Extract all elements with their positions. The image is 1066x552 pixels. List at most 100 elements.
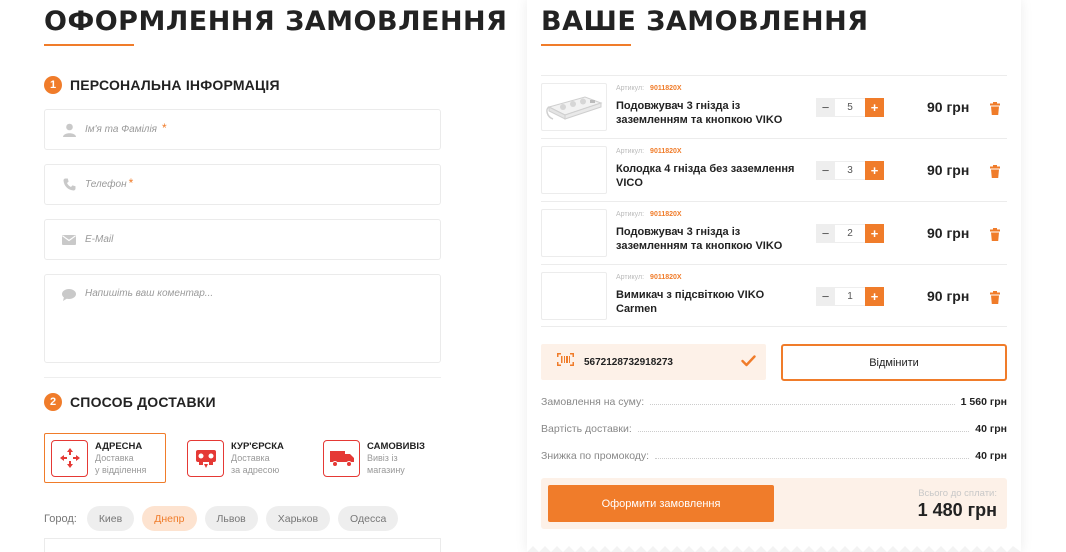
section-title: ПЕРСОНАЛЬНА ІНФОРМАЦІЯ [70,77,280,93]
receipt-edge [527,546,1021,552]
barcode-icon [557,353,574,371]
sku-value: 9011820X [650,148,682,155]
item-price: 90 грн [927,162,970,178]
summary-row: Вартість доставки: 40 грн [541,423,1007,435]
order-summary-panel: ВАШЕ ЗАМОВЛЕННЯ Артикул: 9011820X Подовжу… [527,0,1021,552]
item-price: 90 грн [927,288,970,304]
city-selector: Город: Киев Днепр Львов Харьков Одесса [44,506,399,531]
delivery-option-title: КУР'ЄРСКА [231,440,284,452]
quantity-stepper: − 3 + [816,161,884,180]
sku-value: 9011820X [650,211,682,218]
quantity-stepper: − 2 + [816,224,884,243]
comment-placeholder: Напишіть ваш коментар... [85,288,214,299]
email-field[interactable]: E-Mail [44,219,441,260]
order-title: ВАШЕ ЗАМОВЛЕННЯ [541,6,869,37]
section-title: СПОСОБ ДОСТАВКИ [70,394,216,410]
trash-icon[interactable] [989,102,1001,115]
section-divider [44,377,441,378]
product-image [541,83,607,131]
product-name: Подовжувач 3 гнізда із заземленням та кн… [616,226,783,252]
delivery-option-address[interactable]: АДРЕСНА Доставка у відділення [44,433,166,483]
qty-decrease-button[interactable]: − [816,98,835,117]
quantity-stepper: − 1 + [816,287,884,306]
nova-poshta-icon [51,439,88,477]
comment-icon [61,288,77,302]
total-label: Всього до сплати: [918,488,997,499]
place-order-button[interactable]: Оформити замовлення [548,485,774,522]
qty-decrease-button[interactable]: − [816,224,835,243]
delivery-option-text: САМОВИВІЗ Вивіз із магазину [367,441,425,476]
qty-increase-button[interactable]: + [865,161,884,180]
trash-icon[interactable] [989,291,1001,304]
sku-label: Артикул: 9011820X [616,274,682,281]
order-item: Артикул: 9011820X Подовжувач 3 гнізда із … [541,201,1007,264]
delivery-option-text: КУР'ЄРСКА Доставка за адресою [231,441,284,476]
delivery-option-desc: магазину [367,464,405,475]
envelope-icon [61,233,77,247]
summary-label: Вартість доставки: [541,423,632,435]
comment-field[interactable]: Напишіть ваш коментар... [44,274,441,363]
qty-value[interactable]: 1 [835,287,865,306]
email-placeholder: E-Mail [85,234,114,245]
dotted-leader [637,431,970,432]
qty-decrease-button[interactable]: − [816,161,835,180]
qty-increase-button[interactable]: + [865,224,884,243]
sku-caption: Артикул: [616,274,645,281]
qty-value[interactable]: 5 [835,98,865,117]
order-items: Артикул: 9011820X Подовжувач 3 гнізда із … [541,75,1007,327]
sku-caption: Артикул: [616,85,645,92]
name-placeholder: Ім'я та Фамілія [85,124,158,135]
checkout-form: ОФОРМЛЕННЯ ЗАМОВЛЕННЯ 1 ПЕРСОНАЛЬНА ІНФО… [44,0,507,552]
check-icon [741,354,756,372]
summary-row: Замовлення на суму: 1 560 грн [541,396,1007,408]
city-chip[interactable]: Львов [204,506,258,531]
sku-caption: Артикул: [616,211,645,218]
order-item: Артикул: 9011820X Колодка 4 гнізда без за… [541,138,1007,201]
qty-decrease-button[interactable]: − [816,287,835,306]
city-chip[interactable]: Харьков [265,506,331,531]
phone-icon [61,178,77,192]
name-field[interactable]: Ім'я та Фамілія * [44,109,441,150]
delivery-option-pickup[interactable]: САМОВИВІЗ Вивіз із магазину [317,433,431,483]
sku-value: 9011820X [650,85,682,92]
promo-code-value: 5672128732918273 [584,356,673,368]
city-chip-selected[interactable]: Днепр [142,506,197,531]
truck-icon [323,439,360,477]
step-number: 1 [44,76,62,94]
title-underline [541,44,631,46]
total-box: Оформити замовлення Всього до сплати: 1 … [541,478,1007,529]
order-item: Артикул: 9011820X Вимикач з підсвіткою VI… [541,264,1007,327]
user-icon [61,123,77,137]
personal-info-header: 1 ПЕРСОНАЛЬНА ІНФОРМАЦІЯ [44,76,280,94]
delivery-option-courier[interactable]: КУР'ЄРСКА Доставка за адресою [181,433,290,483]
summary-value: 40 грн [975,450,1007,462]
delivery-option-desc: у відділення [95,464,147,475]
qty-value[interactable]: 2 [835,224,865,243]
qty-increase-button[interactable]: + [865,98,884,117]
city-chip[interactable]: Киев [86,506,135,531]
summary-row: Знижка по промокоду: 40 грн [541,450,1007,462]
summary-value: 40 грн [975,423,1007,435]
trash-icon[interactable] [989,165,1001,178]
cancel-promo-button[interactable]: Відмінити [781,344,1007,381]
page-title: ОФОРМЛЕННЯ ЗАМОВЛЕННЯ [44,6,508,37]
address-field[interactable] [44,538,441,552]
qty-value[interactable]: 3 [835,161,865,180]
dotted-leader [650,404,955,405]
delivery-option-desc: Доставка [95,452,134,463]
delivery-option-desc: за адресою [231,464,280,475]
required-mark: * [162,120,167,135]
trash-icon[interactable] [989,228,1001,241]
city-chip[interactable]: Одесса [338,506,399,531]
promo-code-field[interactable]: 5672128732918273 [541,344,766,380]
qty-increase-button[interactable]: + [865,287,884,306]
city-label: Город: [44,512,77,525]
phone-field[interactable]: Телефон * [44,164,441,205]
product-image [541,272,607,320]
item-price: 90 грн [927,225,970,241]
summary-label: Знижка по промокоду: [541,450,650,462]
required-mark: * [128,175,134,190]
title-underline [44,44,134,46]
sku-label: Артикул: 9011820X [616,211,682,218]
step-number: 2 [44,393,62,411]
